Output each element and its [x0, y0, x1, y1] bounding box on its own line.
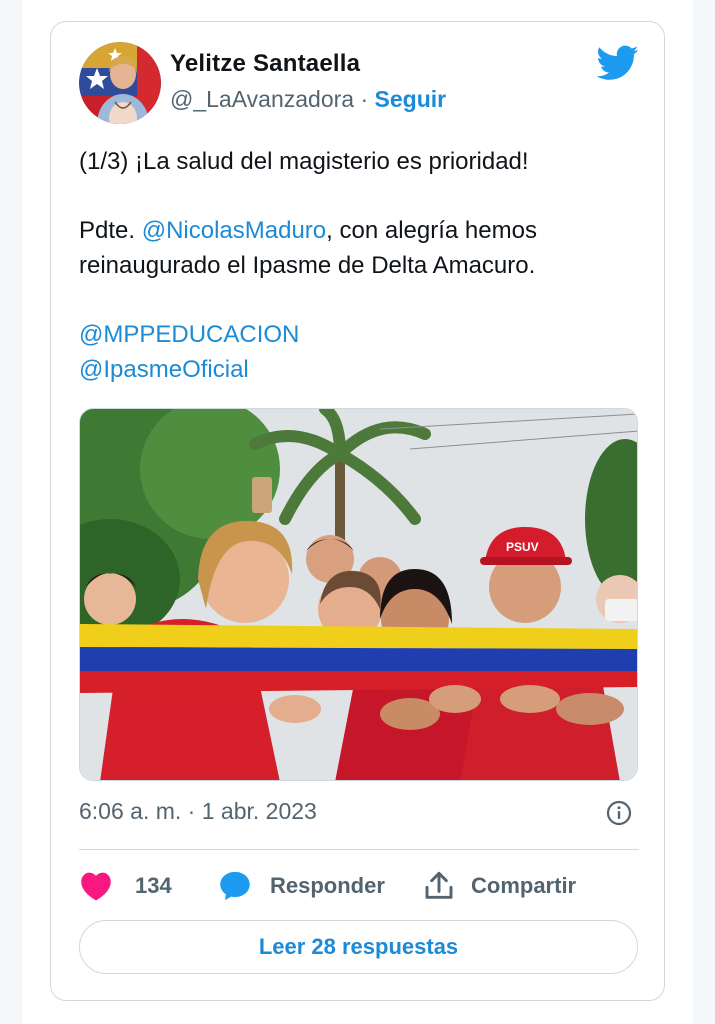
upload-icon [425, 871, 453, 899]
avatar[interactable] [79, 42, 161, 124]
reply-label: Responder [270, 873, 385, 898]
tweet-prefix: Pdte. [79, 217, 142, 244]
follow-link[interactable]: Seguir [375, 86, 447, 112]
cap-text: PSUV [506, 540, 539, 554]
heart-icon [81, 872, 111, 901]
info-icon[interactable] [606, 800, 632, 826]
ribbon-cutting-photo: PSUV [80, 409, 637, 780]
tweet-paragraph-2: Pdte. @NicolasMaduro, con alegría hemos [79, 213, 639, 248]
like-button[interactable]: 134 [79, 866, 172, 906]
mention-link-nicolasmaduro[interactable]: @NicolasMaduro [142, 217, 326, 244]
author-name[interactable]: Yelitze Santaella [170, 50, 360, 78]
handle-separator: · [360, 86, 369, 112]
tweet-paragraph-2-line-2: reinaugurado el Ipasme de Delta Amacuro. [79, 252, 536, 279]
author-handle-row: @_LaAvanzadora · Seguir [170, 86, 446, 113]
tweet-timestamp[interactable]: 6:06 a. m. · 1 abr. 2023 [79, 798, 317, 825]
twitter-bird-icon[interactable] [597, 45, 639, 81]
like-count: 134 [135, 873, 172, 898]
speech-bubble-icon [220, 871, 250, 901]
tweet-suffix: , con alegría hemos [326, 217, 537, 244]
tweet-text: (1/3) ¡La salud del magisterio es priori… [79, 144, 639, 387]
reply-button[interactable]: Responder [218, 866, 385, 906]
divider [79, 849, 639, 850]
share-button[interactable]: Compartir [423, 866, 576, 906]
read-replies-button[interactable]: Leer 28 respuestas [79, 920, 638, 974]
mention-link-mppeducacion[interactable]: @MPPEDUCACION [79, 317, 639, 352]
tweet-photo[interactable]: PSUV [79, 408, 638, 781]
tweet-line-1: (1/3) ¡La salud del magisterio es priori… [79, 148, 529, 175]
author-handle[interactable]: @_LaAvanzadora [170, 86, 354, 112]
share-label: Compartir [471, 873, 577, 898]
mention-link-ipasmeoficial[interactable]: @IpasmeOficial [79, 352, 639, 387]
tweet-actions: 134 Responder Compartir [79, 866, 639, 906]
